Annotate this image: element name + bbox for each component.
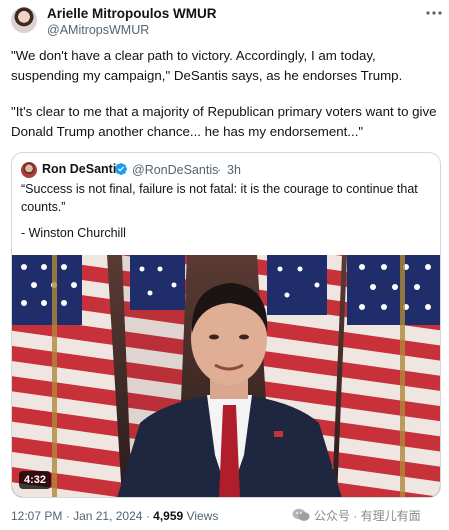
tweet-paragraph: "It's clear to me that a majority of Rep…: [11, 104, 437, 139]
tweet-time[interactable]: 12:07 PM: [11, 509, 62, 523]
video-player[interactable]: 4:32: [12, 255, 440, 497]
more-horizontal-icon[interactable]: [424, 6, 444, 22]
tweet-paragraph: "We don't have a clear path to victory. …: [11, 48, 403, 83]
views-count: 4,959: [153, 509, 184, 523]
separator-dot: ·: [217, 163, 222, 177]
quoted-author-handle: @RonDeSantis: [132, 163, 219, 177]
author-handle[interactable]: @AMitropsWMUR: [47, 23, 149, 37]
quoted-tweet[interactable]: Ron DeSantis @RonDeSantis · 3h “Success …: [11, 152, 441, 498]
views-label: Views: [186, 509, 219, 523]
author-avatar[interactable]: [11, 7, 37, 33]
quoted-avatar: [21, 162, 37, 178]
quote-attribution: - Winston Churchill: [21, 226, 126, 240]
video-thumbnail: [12, 255, 440, 497]
quoted-text-line: “Success is not final, failure is not fa…: [21, 182, 418, 196]
video-duration: 4:32: [19, 471, 52, 489]
tweet-date[interactable]: Jan 21, 2024: [73, 509, 142, 523]
quoted-text-line: counts.”: [21, 199, 66, 214]
watermark: 公众号 · 有理儿有面: [292, 505, 421, 525]
quoted-timestamp[interactable]: 3h: [227, 163, 241, 177]
author-name[interactable]: Arielle Mitropoulos WMUR: [47, 6, 217, 21]
separator-dot: ·: [65, 509, 74, 523]
verified-badge-icon: [114, 162, 128, 176]
quoted-author-name: Ron DeSantis: [42, 162, 124, 176]
quoted-text: “Success is not final, failure is not fa…: [21, 181, 431, 216]
tweet-card: Arielle Mitropoulos WMUR @AMitropsWMUR "…: [0, 0, 449, 530]
tweet-text: "We don't have a clear path to victory. …: [11, 46, 441, 158]
wechat-icon: [292, 508, 310, 522]
watermark-text: 公众号 · 有理儿有面: [314, 508, 421, 523]
tweet-metadata: 12:07 PM · Jan 21, 2024 · 4,959 Views: [11, 509, 218, 523]
